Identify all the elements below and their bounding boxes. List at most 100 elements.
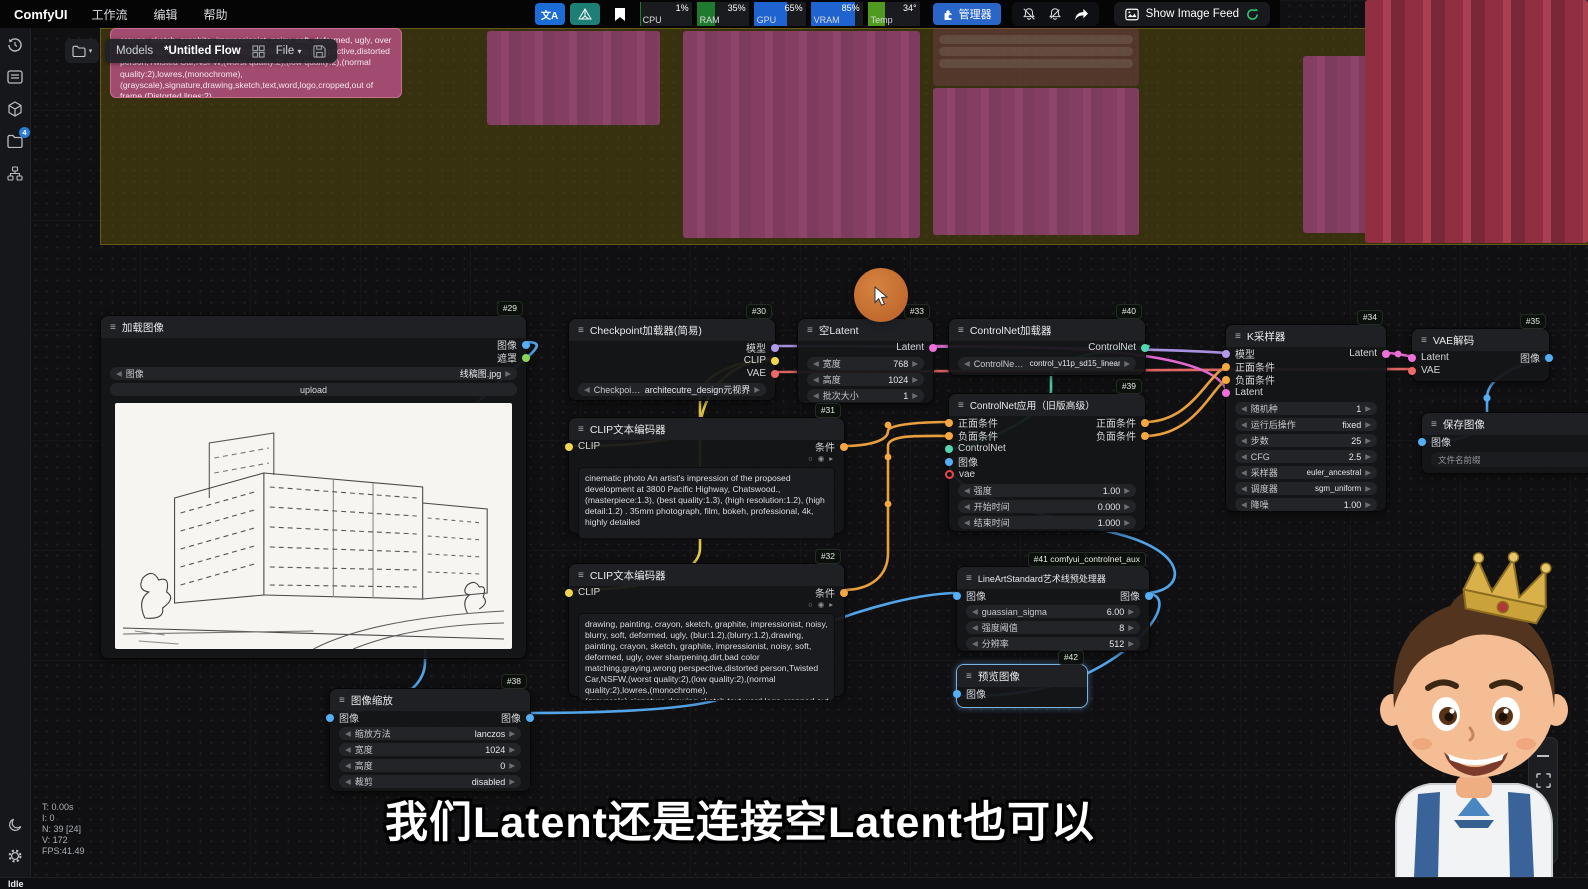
widget-intensity-threshold[interactable]: ◀强度阈值8▶ bbox=[966, 621, 1140, 634]
node-controlnet-loader[interactable]: #40 ≡ControlNet加载器 ControlNet ◀ControlNe… bbox=[948, 318, 1146, 376]
output-port-conditioning[interactable] bbox=[840, 443, 848, 451]
input-port-negative[interactable] bbox=[945, 432, 953, 440]
model-library-icon[interactable] bbox=[0, 94, 30, 124]
widget-batch-size[interactable]: ◀批次大小1▶ bbox=[807, 389, 924, 402]
input-port-vae[interactable] bbox=[1408, 367, 1416, 375]
node-header[interactable]: ≡ControlNet加载器 bbox=[949, 319, 1145, 341]
widget-controlnet-name[interactable]: ◀ControlNet名称control_v11p_sd15_lineart.p… bbox=[958, 357, 1136, 370]
node-menu-icon[interactable]: ≡ bbox=[1431, 419, 1437, 430]
node-menu-icon[interactable]: ≡ bbox=[339, 695, 345, 706]
input-port-vae[interactable] bbox=[945, 470, 954, 479]
filename-prefix-input[interactable]: 文件名前缀 bbox=[1431, 452, 1588, 467]
workflow-folder-button[interactable]: ▾ bbox=[65, 39, 99, 63]
bookmark-button[interactable] bbox=[605, 3, 635, 25]
output-port-mask[interactable] bbox=[522, 354, 530, 362]
widget-width[interactable]: ◀宽度768▶ bbox=[807, 357, 924, 370]
generated-image-thumb[interactable] bbox=[487, 31, 660, 125]
prompt-textarea[interactable]: cinematic photo An artist's impression o… bbox=[578, 467, 835, 539]
node-menu-icon[interactable]: ≡ bbox=[578, 570, 584, 581]
input-port-image[interactable] bbox=[953, 690, 961, 698]
node-image-scale[interactable]: #38 ≡图像缩放 图像图像 ◀缩放方法lanczos▶ ◀宽度1024▶ ◀高… bbox=[329, 688, 531, 792]
input-port-latent[interactable] bbox=[1222, 389, 1230, 397]
widget-crop[interactable]: ◀裁剪disabled▶ bbox=[339, 775, 521, 788]
manager-button[interactable]: 管理器 bbox=[933, 3, 1001, 25]
widget-start-percent[interactable]: ◀开始时间0.000▶ bbox=[958, 500, 1136, 513]
widget-scheduler[interactable]: ◀调度器sgm_uniform▶ bbox=[1235, 482, 1377, 495]
node-clip-text-encode-positive[interactable]: #31 ≡CLIP文本编码器 CLIP条件 ○◉▸ cinematic phot… bbox=[568, 417, 845, 534]
generated-image-thumb[interactable] bbox=[683, 31, 920, 238]
output-port-conditioning[interactable] bbox=[840, 589, 848, 597]
node-menu-icon[interactable]: ≡ bbox=[966, 573, 972, 584]
input-port-controlnet[interactable] bbox=[945, 445, 953, 453]
node-header[interactable]: ≡VAE解码 bbox=[1412, 329, 1549, 351]
widget-control-after-generate[interactable]: ◀运行后操作fixed▶ bbox=[1235, 418, 1377, 431]
node-header[interactable]: ≡预览图像 bbox=[957, 665, 1087, 687]
node-menu-icon[interactable]: ≡ bbox=[958, 325, 964, 336]
output-port-image[interactable] bbox=[526, 714, 534, 722]
output-port-vae[interactable] bbox=[771, 370, 779, 378]
output-port-controlnet[interactable] bbox=[1141, 344, 1149, 352]
node-menu-icon[interactable]: ≡ bbox=[1421, 335, 1427, 346]
node-menu-icon[interactable]: ≡ bbox=[807, 325, 813, 336]
node-controlnet-apply[interactable]: #39 ≡ControlNet应用（旧版高级） 正面条件正面条件 负面条件负面条… bbox=[948, 393, 1146, 532]
workspace-button[interactable] bbox=[570, 3, 600, 25]
file-menu-button[interactable]: File ▾ bbox=[276, 45, 302, 57]
output-port-latent[interactable] bbox=[1382, 350, 1390, 358]
node-checkpoint-loader[interactable]: #30 ≡Checkpoint加载器(简易) 模型 CLIP VAE ◀Chec… bbox=[568, 318, 776, 401]
input-port-positive[interactable] bbox=[1222, 363, 1230, 371]
translate-button[interactable]: 文A bbox=[535, 3, 565, 25]
node-menu-icon[interactable]: ≡ bbox=[966, 671, 972, 682]
output-port-clip[interactable] bbox=[771, 357, 779, 365]
widget-sampler-name[interactable]: ◀采样器euler_ancestral▶ bbox=[1235, 466, 1377, 479]
widget-end-percent[interactable]: ◀结束时间1.000▶ bbox=[958, 516, 1136, 529]
prompt-textarea[interactable]: drawing, painting, crayon, sketch, graph… bbox=[578, 613, 835, 701]
models-button[interactable]: Models bbox=[116, 45, 153, 57]
node-header[interactable]: ≡LineArtStandard艺术线预处理器 bbox=[957, 567, 1149, 589]
menu-edit[interactable]: 编辑 bbox=[153, 6, 177, 23]
menu-workflow[interactable]: 工作流 bbox=[91, 6, 127, 23]
input-port-image[interactable] bbox=[1418, 438, 1426, 446]
node-header[interactable]: ≡加载图像 bbox=[101, 316, 526, 338]
workflows-folder-icon[interactable]: 4 bbox=[0, 126, 30, 156]
node-header[interactable]: ≡CLIP文本编码器 bbox=[569, 564, 844, 586]
workflow-title[interactable]: *Untitled Flow bbox=[164, 45, 241, 57]
node-vae-decode[interactable]: #35 ≡VAE解码 Latent图像 VAE bbox=[1411, 328, 1550, 382]
widget-height[interactable]: ◀高度0▶ bbox=[339, 759, 521, 772]
widget-height[interactable]: ◀高度1024▶ bbox=[807, 373, 924, 386]
output-port-image[interactable] bbox=[522, 341, 530, 349]
widget-ckpt-name[interactable]: ◀Checkpoint名称architecutre_design元视界-Yuan… bbox=[578, 383, 766, 396]
node-lineart-preprocessor[interactable]: #41 comfyui_controlnet_aux ≡LineArtStand… bbox=[956, 566, 1150, 652]
output-port-model[interactable] bbox=[771, 344, 779, 352]
theme-toggle-icon[interactable] bbox=[0, 809, 30, 839]
widget-strength[interactable]: ◀强度1.00▶ bbox=[958, 484, 1136, 497]
generated-image-thumb[interactable] bbox=[1365, 0, 1588, 243]
input-port-clip[interactable] bbox=[565, 589, 573, 597]
menu-help[interactable]: 帮助 bbox=[203, 6, 227, 23]
widget-gaussian-sigma[interactable]: ◀guassian_sigma6.00▶ bbox=[966, 605, 1140, 618]
widget-image-file[interactable]: ◀图像线稿图.jpg▶ bbox=[110, 367, 517, 380]
node-menu-icon[interactable]: ≡ bbox=[110, 322, 116, 333]
widget-denoise[interactable]: ◀降噪1.00▶ bbox=[1235, 498, 1377, 511]
input-port-clip[interactable] bbox=[565, 443, 573, 451]
node-header[interactable]: ≡K采样器 bbox=[1226, 325, 1386, 347]
grid-icon[interactable] bbox=[252, 45, 265, 58]
widget-resolution[interactable]: ◀分辨率512▶ bbox=[966, 637, 1140, 650]
node-header[interactable]: ≡ControlNet应用（旧版高级） bbox=[949, 394, 1145, 416]
settings-gear-icon[interactable] bbox=[0, 841, 30, 871]
input-port-positive[interactable] bbox=[945, 419, 953, 427]
input-port-negative[interactable] bbox=[1222, 376, 1230, 384]
node-preview-image[interactable]: #42 ≡预览图像 图像 bbox=[956, 664, 1088, 708]
node-menu-icon[interactable]: ≡ bbox=[958, 400, 964, 411]
node-load-image[interactable]: #29 ≡加载图像 图像 遮罩 ◀图像线稿图.jpg▶ upload bbox=[100, 315, 527, 659]
share-icon[interactable] bbox=[1074, 8, 1089, 21]
upload-button[interactable]: upload bbox=[110, 383, 517, 396]
node-header[interactable]: ≡空Latent bbox=[798, 319, 933, 341]
node-map-icon[interactable] bbox=[0, 158, 30, 188]
refresh-icon[interactable] bbox=[1246, 8, 1259, 21]
save-icon[interactable] bbox=[313, 45, 326, 58]
node-header[interactable]: ≡CLIP文本编码器 bbox=[569, 418, 844, 440]
node-clip-text-encode-negative[interactable]: #32 ≡CLIP文本编码器 CLIP条件 ○◉▸ drawing, paint… bbox=[568, 563, 845, 697]
generated-image-thumb[interactable] bbox=[933, 88, 1139, 235]
node-empty-latent[interactable]: #33 ≡空Latent Latent ◀宽度768▶ ◀高度1024▶ ◀批次… bbox=[797, 318, 934, 404]
input-port-model[interactable] bbox=[1222, 350, 1230, 358]
